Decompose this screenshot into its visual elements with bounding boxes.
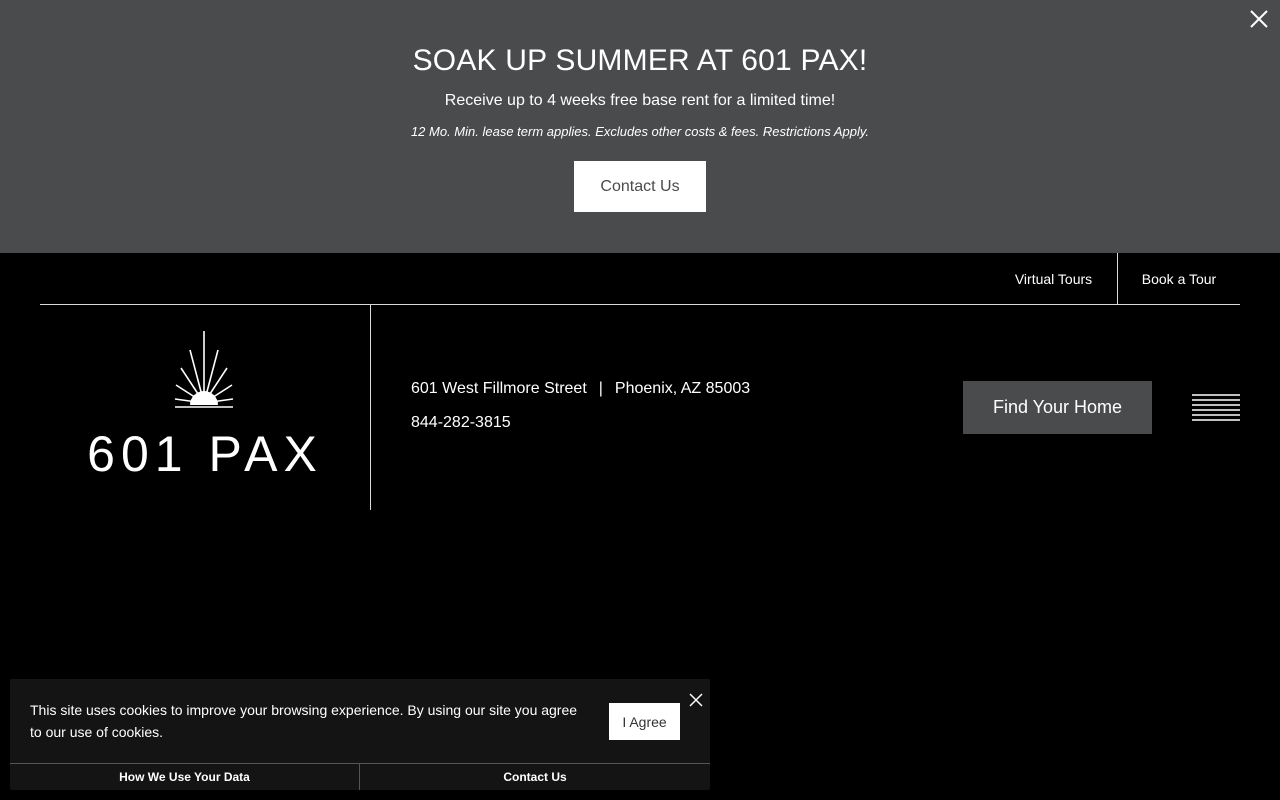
site-logo[interactable]: 601 PAX xyxy=(80,325,330,490)
promo-fine-print: 12 Mo. Min. lease term applies. Excludes… xyxy=(410,124,870,139)
address: 601 West Fillmore Street | Phoenix, AZ 850… xyxy=(411,380,750,398)
promo-title: SOAK UP SUMMER AT 601 PAX! xyxy=(412,44,868,77)
phone-link[interactable]: 844-282-3815 xyxy=(411,414,511,432)
close-icon[interactable] xyxy=(689,693,703,707)
close-icon[interactable] xyxy=(1248,8,1270,30)
promo-subtitle: Receive up to 4 weeks free base rent for… xyxy=(444,92,836,109)
city-address: Phoenix, AZ 85003 xyxy=(614,380,751,397)
promo-contact-button[interactable]: Contact Us xyxy=(574,161,706,212)
logo-wordmark: 601 PAX xyxy=(87,426,323,482)
address-separator: | xyxy=(598,380,603,397)
cookie-message: This site uses cookies to improve your b… xyxy=(30,702,578,740)
promo-banner: SOAK UP SUMMER AT 601 PAX! Receive up to… xyxy=(0,0,1280,253)
hamburger-menu-icon[interactable] xyxy=(1192,394,1240,421)
find-your-home-button[interactable]: Find Your Home xyxy=(963,381,1152,434)
cookie-agree-button[interactable]: I Agree xyxy=(609,703,680,740)
cookie-banner: This site uses cookies to improve your b… xyxy=(10,679,710,790)
nav-underline xyxy=(40,304,1240,305)
top-nav: Virtual Tours Book a Tour xyxy=(0,253,1280,305)
street-address: 601 West Fillmore Street xyxy=(411,380,587,397)
virtual-tours-link[interactable]: Virtual Tours xyxy=(990,253,1117,304)
data-usage-link[interactable]: How We Use Your Data xyxy=(10,764,359,790)
cookie-contact-link[interactable]: Contact Us xyxy=(360,764,710,790)
sunburst-icon xyxy=(174,331,234,408)
book-tour-link[interactable]: Book a Tour xyxy=(1118,253,1240,304)
header-divider xyxy=(370,305,371,510)
